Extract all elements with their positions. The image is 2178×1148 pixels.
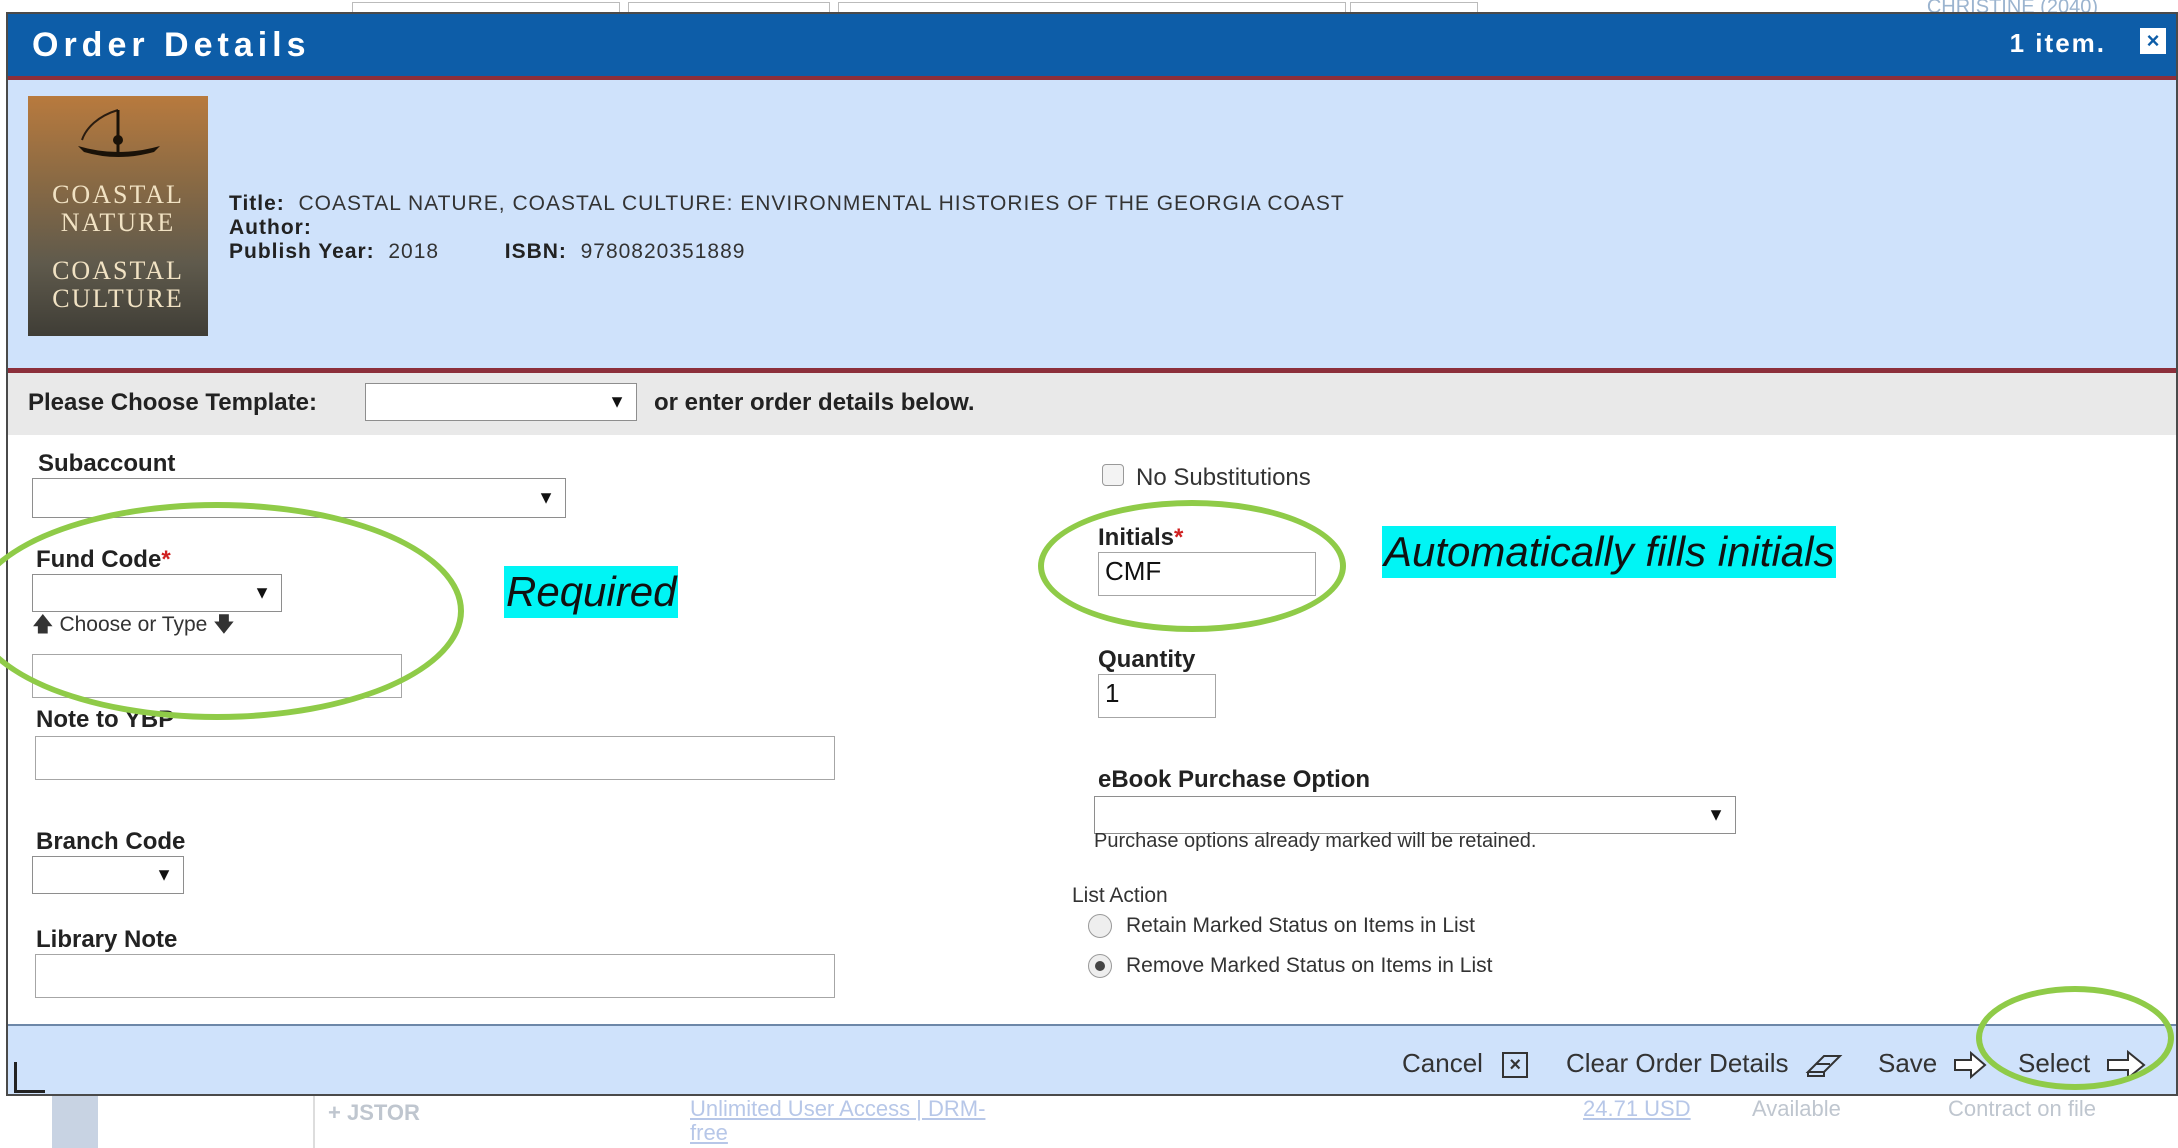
book-title: COASTAL NATURE, COASTAL CULTURE: ENVIRON… [298,192,1345,215]
library-note-label: Library Note [36,926,178,953]
branch-code-label: Branch Code [36,828,186,855]
background-price[interactable]: 24.71 USD [1583,1096,1691,1122]
book-title-line: Title: COASTAL NATURE, COASTAL CULTURE: … [229,192,1345,216]
chevron-down-icon: ▼ [608,391,626,412]
remove-status-label: Remove Marked Status on Items in List [1126,954,1493,977]
cancel-x-icon: × [1502,1052,1529,1079]
cancel-button[interactable]: Cancel × [1402,1048,1529,1079]
book-info-panel: COASTAL NATURE COASTAL CULTURE Title: CO… [8,80,2176,373]
clear-label: Clear Order Details [1566,1048,1789,1078]
isbn-label: ISBN: [504,240,567,263]
template-suffix: or enter order details below. [654,389,975,416]
remove-status-radio[interactable] [1088,954,1112,978]
subaccount-label: Subaccount [38,450,176,477]
cover-text: COASTAL [52,180,184,209]
book-author-line: Author: [229,216,312,240]
publish-year-label: Publish Year: [229,240,375,263]
chevron-down-icon: ▼ [1707,804,1725,825]
background-divider [313,1096,315,1148]
isbn: 9780820351889 [580,240,746,263]
author-label: Author: [229,216,312,239]
retain-status-label: Retain Marked Status on Items in List [1126,914,1475,937]
dialog-footer: Cancel × Clear Order Details Save Select [8,1024,2176,1094]
quantity-label: Quantity [1098,646,1196,673]
background-access-link-2[interactable]: free [690,1120,728,1146]
save-label: Save [1878,1048,1938,1078]
chevron-down-icon: ▼ [155,864,173,885]
template-label: Please Choose Template: [28,389,317,416]
dialog-title: Order Details [32,26,311,64]
background-sidebar [52,1096,98,1148]
chevron-down-icon: ▼ [537,487,555,508]
save-button[interactable]: Save [1878,1048,1987,1080]
no-substitutions-label: No Substitutions [1136,464,1311,491]
cover-text: CULTURE [52,284,184,313]
resize-corner [14,1062,45,1093]
ebook-option-select[interactable]: ▼ [1094,796,1736,834]
template-select[interactable]: ▼ [365,383,637,421]
background-vendor: + JSTOR [328,1100,420,1125]
book-cover-image: COASTAL NATURE COASTAL CULTURE [28,96,208,336]
note-to-ybp-input[interactable] [35,736,835,780]
initials-highlight-ellipse [1038,500,1346,632]
clear-order-details-button[interactable]: Clear Order Details [1566,1048,1844,1080]
dialog-title-bar: Order Details 1 item. × [8,14,2176,80]
background-access-link[interactable]: Unlimited User Access | DRM- [690,1096,985,1122]
auto-initials-annotation: Automatically fills initials [1382,526,1837,578]
background-contract: Contract on file [1948,1096,2096,1121]
background-result-row: + JSTOR Unlimited User Access | DRM- fre… [0,1096,2178,1148]
select-highlight-ellipse [1976,986,2174,1090]
library-note-input[interactable] [35,954,835,998]
list-action-label: List Action [1072,884,1168,907]
ebook-option-note: Purchase options already marked will be … [1094,830,1537,852]
retain-status-radio[interactable] [1088,914,1112,938]
template-bar: Please Choose Template: ▼ or enter order… [8,373,2176,435]
title-label: Title: [229,192,285,215]
required-annotation: Required [504,566,679,618]
close-icon[interactable]: × [2140,28,2166,54]
background-status: Available [1752,1096,1841,1121]
canoe-icon [78,109,160,157]
cancel-label: Cancel [1402,1048,1483,1078]
eraser-icon [1805,1055,1843,1078]
cover-text: COASTAL [52,256,184,285]
item-count: 1 item. [2009,28,2106,58]
no-substitutions-checkbox[interactable] [1102,464,1124,486]
quantity-input[interactable]: 1 [1098,674,1216,718]
publish-year: 2018 [388,240,440,263]
book-meta-line: Publish Year: 2018 ISBN: 9780820351889 [229,240,745,264]
ebook-option-label: eBook Purchase Option [1098,766,1371,793]
branch-code-select[interactable]: ▼ [32,856,184,894]
cover-text: NATURE [60,208,176,237]
